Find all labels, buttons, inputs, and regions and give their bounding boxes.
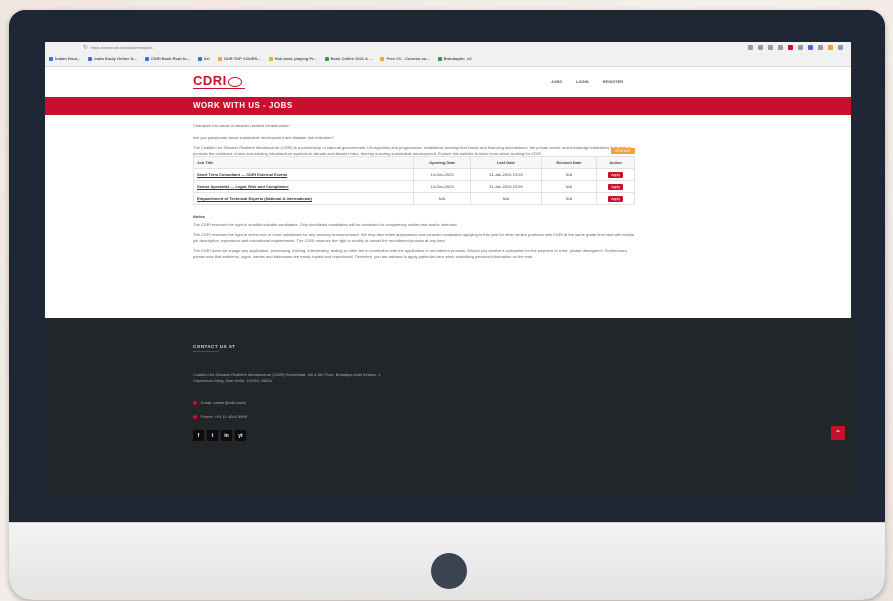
extension-icon[interactable]: [768, 45, 773, 50]
linkedin-icon[interactable]: in: [221, 430, 232, 441]
bookmark-item[interactable]: Art: [197, 56, 210, 61]
apply-button[interactable]: Apply: [608, 171, 623, 178]
opening-date: 14-Dec-2023: [412, 180, 472, 193]
opening-date: N/A: [412, 192, 472, 205]
address-row: ↻ https://www.cdri.world/careers/jobs: [45, 44, 851, 54]
table-header-row: Job Title Opening Date Last Date Revised…: [193, 156, 635, 169]
bookmark-icon: [88, 56, 93, 61]
extension-icon[interactable]: [828, 45, 833, 50]
bookmark-item[interactable]: India Study Online N...: [88, 56, 137, 61]
bookmark-icon: [324, 56, 329, 61]
power-button-icon: [431, 553, 467, 589]
notice-heading: Notice: [193, 214, 206, 219]
table-row: Senior Specialist — Legal, Risk and Comp…: [193, 180, 635, 193]
footer-address: Coalition for Disaster Resilient Infrast…: [193, 372, 382, 383]
main-content: Champion the cause of disaster resilient…: [45, 123, 637, 157]
extension-icons: [748, 45, 843, 50]
bookmark-icon: [217, 56, 222, 61]
opening-date: 14-Dec-2023: [412, 168, 472, 181]
revised-date: N/A: [540, 180, 598, 193]
notice-line-2: The CDRI reserves the right to select on…: [193, 232, 635, 243]
extension-icon[interactable]: [808, 45, 813, 50]
extension-icon[interactable]: [838, 45, 843, 50]
bookmarks-bar: Indian Rout... India Study Online N... C…: [49, 56, 472, 61]
extension-icon[interactable]: [778, 45, 783, 50]
logo-underline: [193, 88, 245, 89]
job-link[interactable]: Senior Specialist — Legal, Risk and Comp…: [197, 184, 289, 189]
apply-button[interactable]: Apply: [608, 195, 623, 202]
bookmark-item[interactable]: Free CV - Curious ou...: [380, 56, 430, 61]
phone-icon: [193, 414, 197, 419]
job-link[interactable]: Short Term Consultant — CDRI External Ev…: [197, 172, 287, 177]
col-revised-date: Revised Date: [540, 156, 598, 169]
bookmark-item[interactable]: Hub boat, playing Pr...: [268, 56, 317, 61]
extension-icon[interactable]: [748, 45, 753, 50]
footer-heading: CONTACT US AT: [193, 344, 236, 349]
jobs-table: Job Title Opening Date Last Date Revised…: [193, 156, 635, 205]
scroll-to-top-button[interactable]: ⌃: [831, 426, 845, 440]
browser-toolbar: ↻ https://www.cdri.world/careers/jobs In…: [45, 42, 851, 67]
url-bar[interactable]: https://www.cdri.world/careers/jobs: [91, 45, 153, 50]
page-title: WORK WITH US - JOBS: [193, 101, 293, 110]
monitor-frame: ↻ https://www.cdri.world/careers/jobs In…: [9, 10, 885, 600]
twitter-icon[interactable]: t: [207, 430, 218, 441]
monitor-chin: [9, 522, 885, 600]
footer-email[interactable]: Email: career@cdri.world: [193, 400, 246, 405]
bookmark-icon: [380, 56, 385, 61]
col-job-title: Job Title: [193, 156, 414, 169]
bookmark-item[interactable]: Brandapter_v2: [437, 56, 472, 61]
bookmark-icon: [49, 56, 53, 61]
bookmark-item[interactable]: CDRI Bank Rout fu...: [144, 56, 190, 61]
top-nav: JOBS LOGIN REGISTER: [551, 79, 623, 84]
extension-icon[interactable]: [798, 45, 803, 50]
nav-jobs[interactable]: JOBS: [551, 79, 562, 84]
logo-ring-icon: [227, 76, 242, 87]
notice-line-3: The CDRI does not charge any application…: [193, 248, 628, 259]
footer-phone[interactable]: Phone: +91 11 4044 5999: [193, 414, 247, 419]
cdri-logo[interactable]: CDRI: [193, 73, 242, 88]
bookmark-icon: [197, 56, 202, 61]
bookmark-icon: [268, 56, 273, 61]
job-link[interactable]: Empanelment of Technical Experts (Nation…: [197, 196, 312, 201]
youtube-icon[interactable]: yt: [235, 430, 246, 441]
bookmark-item[interactable]: OUR TOP COURS...: [217, 56, 261, 61]
facebook-icon[interactable]: f: [193, 430, 204, 441]
col-opening-date: Opening Date: [412, 156, 472, 169]
apply-button[interactable]: Apply: [608, 183, 623, 190]
bookmark-item[interactable]: Bank Coffee 2021 & ...: [324, 56, 372, 61]
bookmark-item[interactable]: Indian Rout...: [49, 56, 80, 61]
refresh-icon[interactable]: ↻: [83, 44, 88, 51]
col-action: Action: [596, 156, 635, 169]
extension-icon[interactable]: [758, 45, 763, 50]
archive-button[interactable]: ARCHIVE: [611, 148, 635, 154]
chevron-up-icon: ⌃: [834, 428, 842, 438]
table-row: Empanelment of Technical Experts (Nation…: [193, 192, 635, 205]
revised-date: N/A: [540, 192, 598, 205]
col-last-date: Last Date: [470, 156, 542, 169]
footer-heading-underline: [193, 351, 219, 352]
revised-date: N/A: [540, 168, 598, 181]
social-links: f t in yt: [193, 430, 246, 441]
site-header: CDRI JOBS LOGIN REGISTER: [45, 67, 851, 97]
site-footer: CONTACT US AT Coalition for Disaster Res…: [45, 318, 851, 496]
page-title-bar: WORK WITH US - JOBS: [45, 97, 851, 115]
nav-register[interactable]: REGISTER: [603, 79, 623, 84]
browser-screen: ↻ https://www.cdri.world/careers/jobs In…: [45, 42, 851, 496]
nav-login[interactable]: LOGIN: [576, 79, 589, 84]
notice-section: Notice The CDRI reserves the right to sh…: [193, 214, 637, 260]
intro-line-2: Are you passionate about sustainable dev…: [193, 135, 334, 140]
intro-line-1: Champion the cause of disaster resilient…: [193, 123, 290, 128]
last-date: 31-Jan-2024 23:59: [470, 168, 542, 181]
extension-icon[interactable]: [788, 45, 793, 50]
last-date: N/A: [470, 192, 542, 205]
notice-line-1: The CDRI reserves the right to shortlist…: [193, 222, 458, 227]
bookmark-icon: [144, 56, 149, 61]
extension-icon[interactable]: [818, 45, 823, 50]
email-icon: [193, 400, 197, 405]
table-row: Short Term Consultant — CDRI External Ev…: [193, 168, 635, 181]
bookmark-icon: [437, 56, 442, 61]
last-date: 31-Jan-2024 23:59: [470, 180, 542, 193]
